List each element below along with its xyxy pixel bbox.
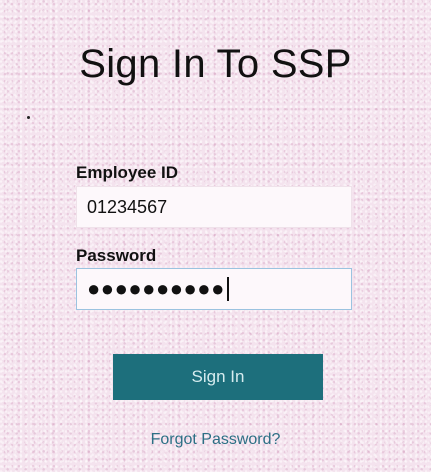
employee-id-input[interactable]	[76, 186, 352, 228]
password-label: Password	[76, 246, 157, 265]
employee-id-label: Employee ID	[76, 163, 179, 182]
sign-in-button[interactable]: Sign In	[113, 354, 323, 400]
text-caret	[226, 277, 229, 301]
password-input[interactable]: ●●●●●●●●●●	[76, 268, 352, 310]
forgot-password-link[interactable]: Forgot Password?	[0, 431, 431, 449]
sign-in-panel: Sign In To SSP Employee ID Password ●●●●…	[0, 0, 431, 472]
dust-speck	[27, 116, 30, 119]
page-title: Sign In To SSP	[79, 42, 352, 86]
password-masked-value: ●●●●●●●●●●	[87, 276, 225, 301]
